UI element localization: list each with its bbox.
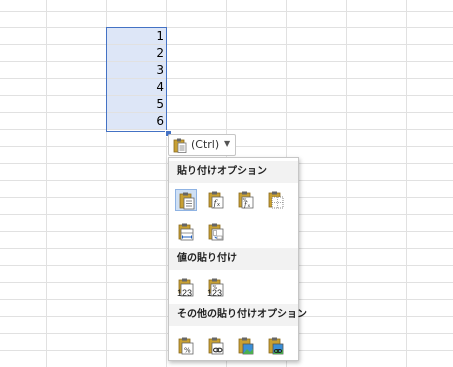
svg-text:x: x xyxy=(248,204,251,209)
paste-option[interactable] xyxy=(205,335,227,357)
paste-option[interactable] xyxy=(235,335,257,357)
paste-option[interactable] xyxy=(175,221,197,243)
paste-option[interactable] xyxy=(265,189,287,211)
other-paste-options-header: その他の貼り付けオプション xyxy=(169,304,307,326)
column-gridline xyxy=(346,0,347,367)
paste-option[interactable] xyxy=(175,189,197,211)
caret-down-icon: ▼ xyxy=(224,139,231,148)
paste-values-caption: 123 xyxy=(207,288,223,298)
paste-option[interactable] xyxy=(205,221,227,243)
column-gridline xyxy=(46,0,47,367)
paste-values-caption: 123 xyxy=(177,288,193,298)
paste-options-label: (Ctrl) xyxy=(191,138,220,151)
paste-options-button[interactable]: (Ctrl) ▼ xyxy=(168,134,236,156)
paste-values-header: 値の貼り付け xyxy=(169,248,298,270)
paste-option[interactable]: % xyxy=(175,335,197,357)
column-gridline xyxy=(406,0,407,367)
clipboard-icon xyxy=(173,138,187,156)
paste-option[interactable]: % f x xyxy=(235,189,257,211)
paste-options-menu: 貼り付けオプション f x % f x 値の貼り付け % 123 123 その他… xyxy=(168,157,307,361)
paste-option[interactable] xyxy=(265,335,287,357)
paste-options-header: 貼り付けオプション xyxy=(169,161,298,183)
selection-border xyxy=(106,27,167,132)
svg-text:%: % xyxy=(184,347,191,355)
svg-text:x: x xyxy=(217,202,220,208)
paste-option[interactable]: f x xyxy=(205,189,227,211)
